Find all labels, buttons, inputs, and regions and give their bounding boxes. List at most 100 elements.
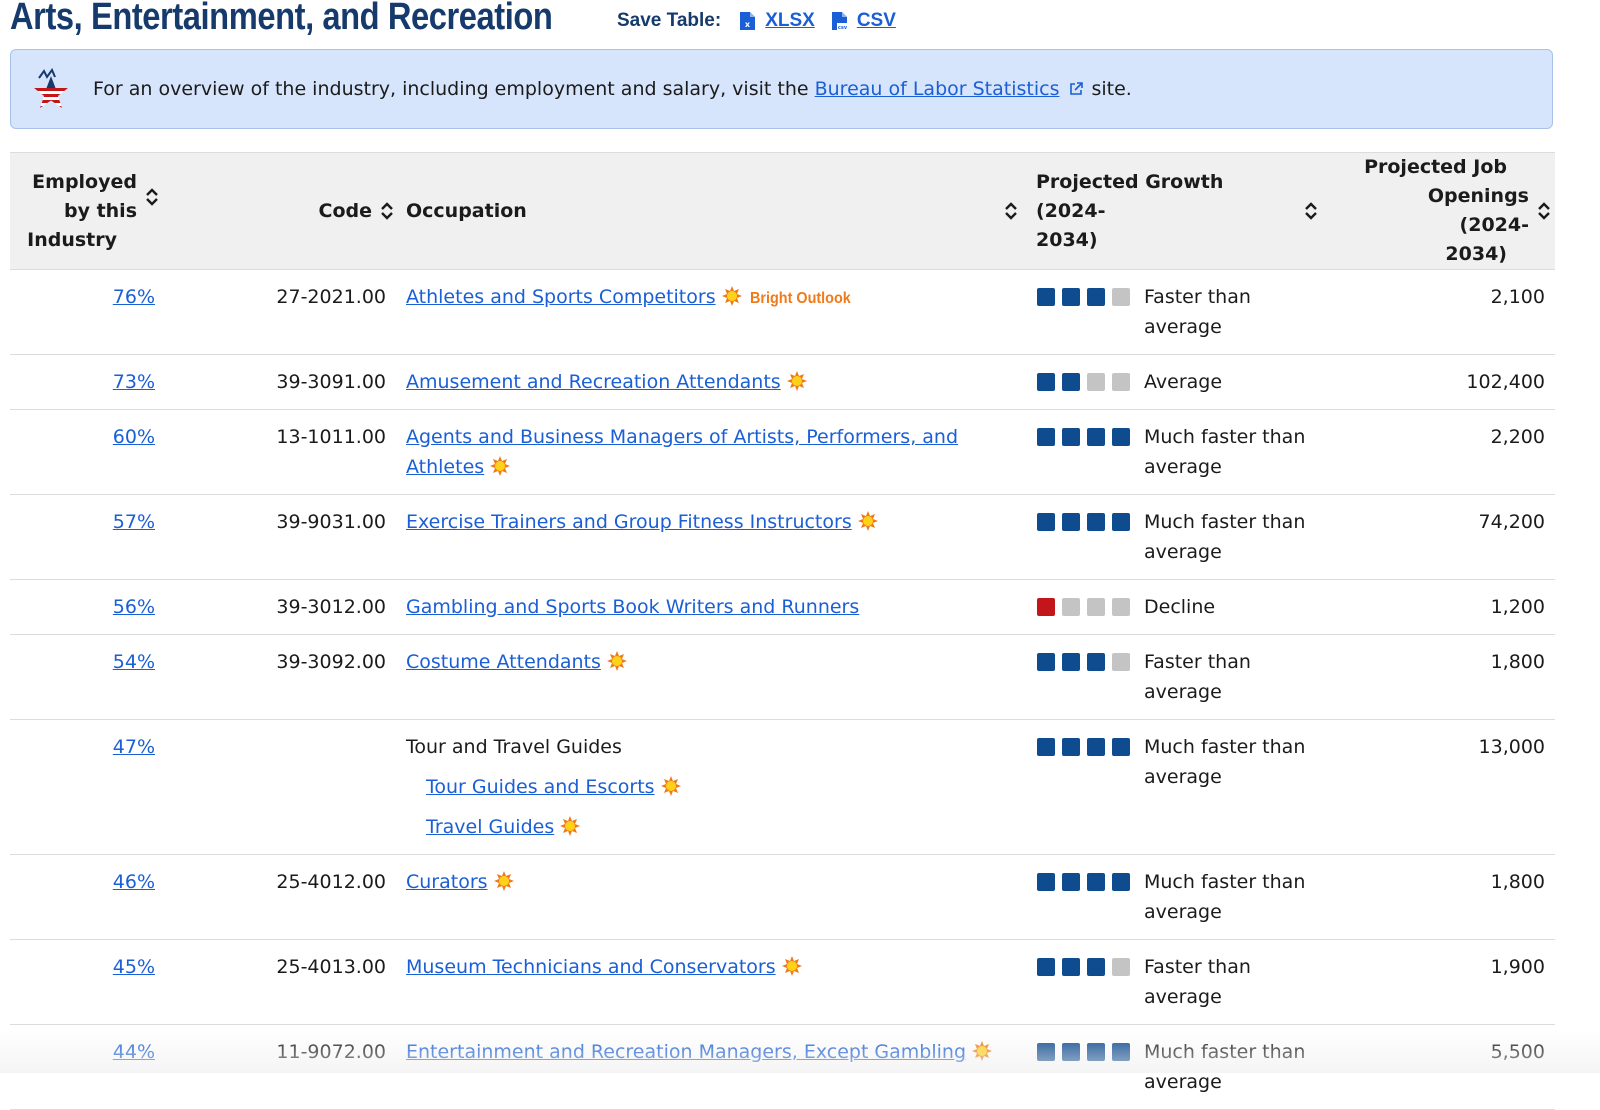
download-csv-link[interactable]: csv CSV [831, 10, 896, 32]
occupation-link[interactable]: Gambling and Sports Book Writers and Run… [406, 596, 859, 618]
growth-text: Decline [1144, 596, 1216, 618]
growth-indicator [1037, 958, 1130, 976]
bright-outlook-sun-icon [490, 456, 511, 476]
code-cell [173, 719, 406, 855]
growth-square [1062, 1043, 1080, 1061]
th-code[interactable]: Code [173, 152, 406, 270]
growth-text: Faster than average [1144, 286, 1251, 338]
occupation-link[interactable]: Curators [406, 871, 488, 893]
occupation-group-name: Tour and Travel Guides [406, 736, 622, 758]
employed-pct-link[interactable]: 56% [113, 596, 155, 618]
growth-text: Faster than average [1144, 956, 1251, 1008]
employed-pct-link[interactable]: 46% [113, 871, 155, 893]
growth-square [1062, 598, 1080, 616]
growth-square [1087, 598, 1105, 616]
download-xlsx-link[interactable]: x XLSX [739, 10, 815, 32]
code-cell: 25-4012.00 [173, 854, 406, 940]
occupation-link[interactable]: Museum Technicians and Conservators [406, 956, 776, 978]
growth-square [1112, 428, 1130, 446]
external-link-icon [1070, 82, 1084, 95]
growth-cell: Faster than average [1026, 269, 1356, 355]
growth-square [1037, 428, 1055, 446]
occupation-cell: Tour and Travel Guides Tour Guides and Es… [406, 719, 1026, 855]
growth-square [1062, 428, 1080, 446]
occupation-link[interactable]: Agents and Business Managers of Artists,… [406, 426, 958, 478]
growth-square [1037, 958, 1055, 976]
th-employed-line: by this [63, 199, 137, 222]
occupation-link[interactable]: Exercise Trainers and Group Fitness Inst… [406, 511, 852, 533]
openings-cell: 74,200 [1356, 494, 1555, 580]
occupations-table: Employed by this Industry Code Occupatio… [10, 152, 1555, 1110]
code-cell: 39-3092.00 [173, 634, 406, 720]
employed-pct-link[interactable]: 60% [113, 426, 155, 448]
growth-text: Average [1144, 371, 1223, 393]
banner-text: For an overview of the industry, includi… [93, 78, 1132, 100]
occupation-link[interactable]: Costume Attendants [406, 651, 601, 673]
growth-square [1112, 288, 1130, 306]
growth-indicator [1037, 428, 1130, 446]
th-growth[interactable]: Projected Growth (2024- 2034) [1026, 152, 1356, 270]
th-occupation[interactable]: Occupation [406, 152, 1026, 270]
table-row: 60% 13-1011.00 Agents and Business Manager… [10, 409, 1555, 495]
employed-pct-link[interactable]: 76% [113, 286, 155, 308]
th-growth-line: Projected Growth (2024- [1036, 170, 1224, 222]
th-openings[interactable]: Projected Job Openings (2024- 2034) [1356, 152, 1555, 270]
bls-link[interactable]: Bureau of Labor Statistics [815, 78, 1060, 100]
th-employed-line: Industry [27, 228, 117, 251]
bls-info-banner: For an overview of the industry, includi… [10, 49, 1553, 129]
code-cell: 11-9072.00 [173, 1024, 406, 1110]
occupation-cell: Gambling and Sports Book Writers and Run… [406, 579, 1026, 635]
occupation-link[interactable]: Tour Guides and Escorts [426, 776, 655, 798]
employed-pct-cell: 47% [10, 719, 173, 855]
occupation-link[interactable]: Amusement and Recreation Attendants [406, 371, 781, 393]
th-growth-line: 2034) [1036, 228, 1098, 251]
openings-cell: 102,400 [1356, 354, 1555, 410]
bright-outlook-sun-icon [560, 816, 581, 836]
employed-pct-link[interactable]: 54% [113, 651, 155, 673]
th-employed[interactable]: Employed by this Industry [10, 152, 173, 270]
openings-cell: 5,500 [1356, 1024, 1555, 1110]
growth-indicator [1037, 513, 1130, 531]
occupation-cell: Entertainment and Recreation Managers, E… [406, 1024, 1026, 1110]
occupation-link[interactable]: Athletes and Sports Competitors [406, 286, 716, 308]
occupation-link[interactable]: Entertainment and Recreation Managers, E… [406, 1041, 966, 1063]
bright-outlook-sun-icon [857, 511, 878, 531]
growth-square [1062, 288, 1080, 306]
table-row: 54% 39-3092.00 Costume Attendants Faster th… [10, 634, 1555, 720]
growth-cell: Faster than average [1026, 939, 1356, 1025]
growth-indicator [1037, 373, 1130, 391]
growth-square [1087, 1043, 1105, 1061]
growth-square [1062, 373, 1080, 391]
occupation-cell: Costume Attendants [406, 634, 1026, 720]
table-row: 45% 25-4013.00 Museum Technicians and Cons… [10, 939, 1555, 1025]
growth-indicator [1037, 288, 1130, 306]
growth-square [1087, 288, 1105, 306]
employed-pct-cell: 76% [10, 269, 173, 355]
employed-pct-link[interactable]: 57% [113, 511, 155, 533]
table-row: 73% 39-3091.00 Amusement and Recreation At… [10, 354, 1555, 410]
employed-pct-link[interactable]: 44% [113, 1041, 155, 1063]
table-row: 56% 39-3012.00 Gambling and Sports Book Wr… [10, 579, 1555, 635]
growth-square [1062, 653, 1080, 671]
occupation-link[interactable]: Travel Guides [426, 816, 554, 838]
openings-cell: 13,000 [1356, 719, 1555, 855]
openings-cell: 2,200 [1356, 409, 1555, 495]
growth-square [1087, 428, 1105, 446]
growth-square [1062, 513, 1080, 531]
employed-pct-link[interactable]: 73% [113, 371, 155, 393]
employed-pct-link[interactable]: 47% [113, 736, 155, 758]
employed-pct-link[interactable]: 45% [113, 956, 155, 978]
growth-square [1112, 738, 1130, 756]
bright-outlook-sun-icon [781, 956, 802, 976]
svg-text:x: x [745, 20, 751, 29]
growth-square [1037, 873, 1055, 891]
xlsx-label: XLSX [765, 10, 815, 31]
growth-square [1087, 738, 1105, 756]
openings-cell: 1,800 [1356, 854, 1555, 940]
growth-cell: Much faster than average [1026, 1024, 1356, 1110]
growth-square [1037, 513, 1055, 531]
growth-text: Much faster than average [1144, 426, 1306, 478]
th-code-label: Code [318, 199, 372, 222]
page-title: Arts, Entertainment, and Recreation [10, 0, 553, 38]
growth-indicator [1037, 738, 1130, 756]
